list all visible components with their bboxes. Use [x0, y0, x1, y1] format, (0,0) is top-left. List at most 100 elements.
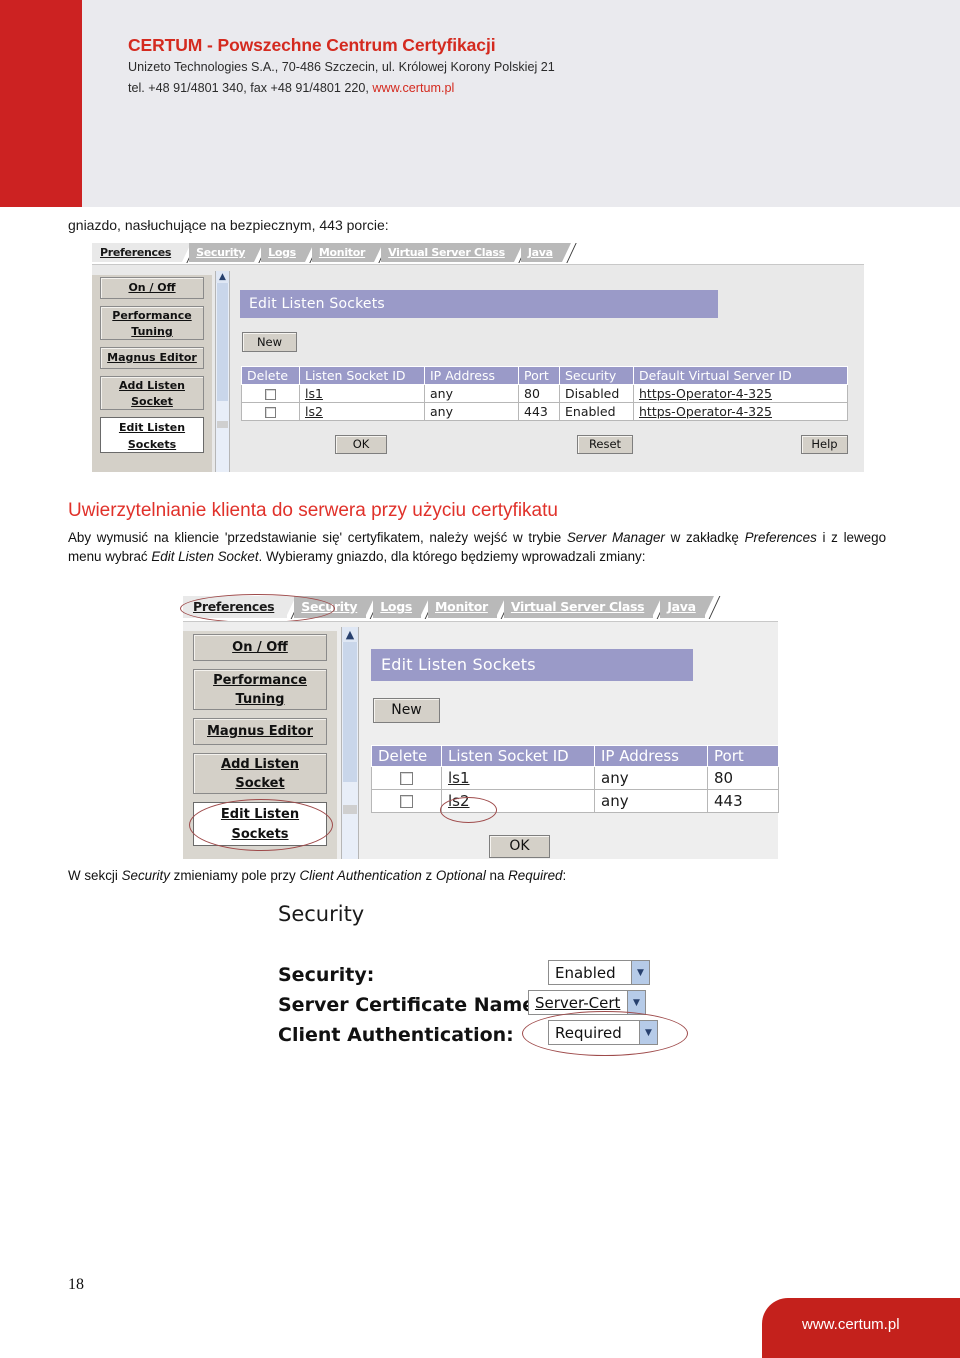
tab-preferences[interactable]: Preferences — [183, 596, 303, 619]
tab-security[interactable]: Security — [294, 596, 382, 619]
listen-socket-link[interactable]: ls2 — [448, 792, 470, 810]
server-certificate-name-label: Server Certificate Name: — [278, 994, 543, 1016]
row1-delete-cell[interactable] — [241, 384, 300, 403]
tab-security-label: Security — [301, 599, 358, 614]
scroll-up-arrow-icon[interactable]: ▲ — [342, 627, 358, 642]
scroll-up-arrow-icon[interactable]: ▲ — [216, 271, 229, 283]
table-row: ls2 any 443 — [371, 789, 779, 813]
row2-delete-cell[interactable] — [371, 789, 442, 813]
listen-socket-link[interactable]: ls1 — [448, 769, 470, 787]
caption-part-4: na — [485, 868, 509, 883]
table-row: ls1 any 80 — [371, 766, 779, 790]
panel-title-edit-listen-sockets: Edit Listen Sockets — [240, 290, 718, 318]
menu-performance-tuning[interactable]: Performance Tuning — [193, 669, 327, 710]
table-header-row: Delete Listen Socket ID IP Address Port … — [241, 366, 848, 385]
virtual-server-link[interactable]: https-Operator-4-325 — [639, 386, 772, 401]
tab-virtual-server-class[interactable]: Virtual Server Class — [503, 596, 669, 619]
tab-java[interactable]: Java — [520, 243, 577, 263]
company-url[interactable]: www.certum.pl — [372, 81, 454, 95]
tab-java[interactable]: Java — [660, 596, 721, 619]
chevron-down-icon[interactable]: ▼ — [627, 991, 645, 1014]
scroll-grip-icon — [217, 421, 228, 428]
row2-delete-cell[interactable] — [241, 402, 300, 421]
caption-part-3: z — [421, 868, 436, 883]
delete-checkbox[interactable] — [400, 772, 413, 785]
new-button[interactable]: New — [242, 332, 297, 352]
para-italic-preferences: Preferences — [744, 530, 817, 545]
new-button[interactable]: New — [373, 698, 440, 723]
tab-monitor[interactable]: Monitor — [428, 596, 513, 619]
tab-monitor[interactable]: Monitor — [311, 243, 389, 263]
table-row: ls2 any 443 Enabled https-Operator-4-325 — [241, 402, 848, 421]
row2-ip-cell: any — [424, 402, 519, 421]
delete-checkbox[interactable] — [400, 795, 413, 808]
menu-performance-tuning[interactable]: Performance Tuning — [100, 306, 204, 340]
row1-port-cell: 80 — [518, 384, 560, 403]
col-port: Port — [518, 366, 560, 385]
menu-on-off[interactable]: On / Off — [100, 277, 204, 299]
menu-edit-listen-sockets-label-1: Edit Listen — [118, 421, 186, 434]
scroll-thumb[interactable] — [343, 642, 357, 782]
menu-add-listen-socket[interactable]: Add Listen Socket — [193, 753, 327, 794]
virtual-server-link[interactable]: https-Operator-4-325 — [639, 404, 772, 419]
row1-delete-cell[interactable] — [371, 766, 442, 790]
row2-vserver-cell: https-Operator-4-325 — [633, 402, 848, 421]
header-red-bar — [0, 0, 82, 207]
chevron-down-icon[interactable]: ▼ — [631, 961, 649, 984]
security-select[interactable]: Enabled ▼ — [548, 960, 650, 985]
chevron-down-icon[interactable]: ▼ — [639, 1021, 657, 1044]
col-default-virtual-server-id: Default Virtual Server ID — [633, 366, 848, 385]
listen-socket-link[interactable]: ls1 — [305, 386, 323, 401]
row2-security-cell: Enabled — [559, 402, 634, 421]
row1-ip-cell: any — [424, 384, 519, 403]
reset-button[interactable]: Reset — [577, 435, 633, 454]
menu-add-listen-socket[interactable]: Add Listen Socket — [100, 376, 204, 410]
screenshot1-scrollbar[interactable]: ▲ — [215, 271, 230, 472]
para-italic-server-manager: Server Manager — [566, 530, 665, 545]
row1-security-cell: Disabled — [559, 384, 634, 403]
security-field-label: Security: — [278, 964, 375, 986]
server-certificate-name-select[interactable]: Server-Cert ▼ — [528, 990, 646, 1015]
menu-magnus-editor[interactable]: Magnus Editor — [193, 718, 327, 745]
header-company-block: CERTUM - Powszechne Centrum Certyfikacji… — [128, 33, 555, 99]
screenshot2-scrollbar[interactable]: ▲ — [341, 627, 359, 859]
row1-port-cell: 80 — [707, 766, 779, 790]
menu-magnus-editor[interactable]: Magnus Editor — [100, 347, 204, 369]
screenshot-edit-listen-sockets-annotated: Preferences Security Logs Monitor Virtual Se… — [180, 594, 779, 859]
col-listen-socket-id: Listen Socket ID — [299, 366, 425, 385]
help-button[interactable]: Help — [801, 435, 848, 454]
caption-italic-client-authentication: Client Authentication — [299, 868, 422, 883]
client-authentication-select[interactable]: Required ▼ — [548, 1020, 658, 1045]
delete-checkbox[interactable] — [265, 407, 276, 418]
row1-id-cell: ls1 — [299, 384, 425, 403]
menu-edit-listen-sockets[interactable]: Edit Listen Sockets — [193, 802, 327, 846]
delete-checkbox[interactable] — [265, 389, 276, 400]
menu-edit-listen-sockets[interactable]: Edit Listen Sockets — [100, 417, 204, 453]
tab-virtual-server-class-label: Virtual Server Class — [388, 246, 505, 259]
tab-logs-label: Logs — [380, 599, 413, 614]
ok-button[interactable]: OK — [489, 835, 550, 858]
company-contact-text: tel. +48 91/4801 340, fax +48 91/4801 22… — [128, 81, 373, 95]
security-select-value: Enabled — [555, 963, 616, 982]
company-address: Unizeto Technologies S.A., 70-486 Szczec… — [128, 60, 555, 74]
scroll-thumb[interactable] — [217, 283, 228, 401]
client-authentication-label: Client Authentication: — [278, 1024, 514, 1046]
screenshot2-window-body: On / Off Performance Tuning Magnus Editor… — [183, 621, 779, 859]
ok-button[interactable]: OK — [335, 435, 387, 454]
security-heading: Security — [278, 902, 365, 926]
listen-socket-link[interactable]: ls2 — [305, 404, 323, 419]
company-contact: tel. +48 91/4801 340, fax +48 91/4801 22… — [128, 78, 555, 99]
caption-italic-security: Security — [121, 868, 170, 883]
footer-url: www.certum.pl — [802, 1316, 900, 1333]
menu-add-listen-socket-label-2: Socket — [235, 776, 285, 791]
tab-logs[interactable]: Logs — [261, 243, 320, 263]
menu-on-off-label: On / Off — [232, 640, 288, 655]
tab-preferences[interactable]: Preferences — [92, 243, 197, 263]
tab-logs[interactable]: Logs — [373, 596, 437, 619]
tab-security[interactable]: Security — [189, 243, 269, 263]
tab-monitor-label: Monitor — [435, 599, 488, 614]
menu-on-off[interactable]: On / Off — [193, 634, 327, 661]
company-title: CERTUM - Powszechne Centrum Certyfikacji — [128, 35, 496, 55]
tab-virtual-server-class[interactable]: Virtual Server Class — [381, 243, 529, 263]
para-part-1: Aby wymusić na kliencie 'przedstawianie … — [68, 530, 567, 545]
